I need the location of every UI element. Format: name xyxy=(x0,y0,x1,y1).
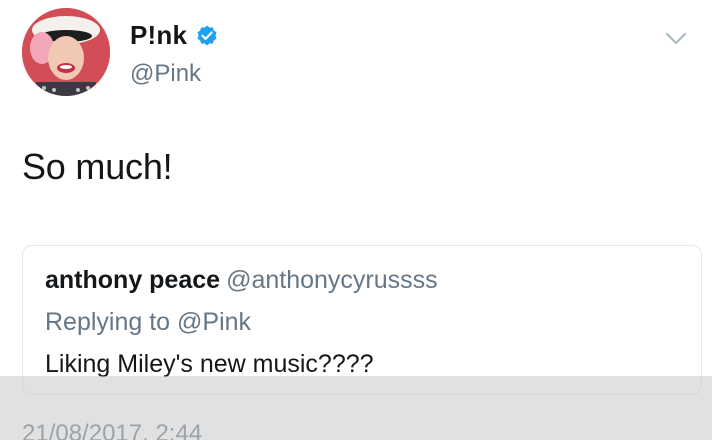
replying-to-handle[interactable]: @Pink xyxy=(177,308,251,336)
tweet-detail-screen: P!nk @Pink So much! anthony peace @anthon… xyxy=(0,0,712,440)
tweet-timestamp: 21/08/2017, 2:44 xyxy=(22,420,203,440)
author-name-row: P!nk xyxy=(130,20,219,51)
author-handle[interactable]: @Pink xyxy=(130,60,201,88)
quoted-tweet-header: anthony peace @anthonycyrussss xyxy=(45,266,438,295)
replying-to-label: Replying to xyxy=(45,308,171,336)
quoted-author-handle: @anthonycyrussss xyxy=(226,266,438,294)
tweet-header: P!nk @Pink xyxy=(22,8,690,108)
quoted-tweet-card[interactable]: anthony peace @anthonycyrussss Replying t… xyxy=(22,245,702,395)
chevron-down-icon[interactable] xyxy=(662,24,690,52)
quoted-tweet-text: Liking Miley's new music???? xyxy=(45,350,374,378)
avatar-photo-icon xyxy=(22,8,110,96)
tweet-text: So much! xyxy=(22,146,173,187)
quoted-author-name: anthony peace xyxy=(45,266,221,294)
avatar[interactable] xyxy=(22,8,110,96)
verified-badge-icon xyxy=(195,24,219,48)
replying-to-line: Replying to @Pink xyxy=(45,308,251,337)
author-display-name[interactable]: P!nk xyxy=(130,20,187,51)
